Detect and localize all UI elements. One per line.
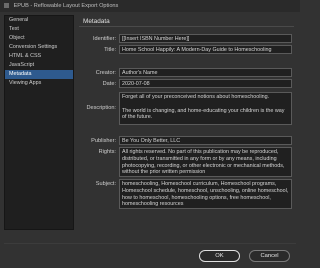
- sidebar-item-general[interactable]: General: [5, 16, 73, 25]
- date-label: Date:: [102, 81, 116, 87]
- subject-field[interactable]: homeschooling, Homeschool curriculum, Ho…: [119, 179, 292, 209]
- identifier-label: Identifier:: [92, 36, 116, 42]
- cancel-button[interactable]: Cancel: [249, 250, 290, 262]
- sidebar-item-javascript[interactable]: JavaScript: [5, 61, 73, 70]
- window-title-bar: EPUB - Reflowable Layout Export Options: [0, 0, 300, 12]
- description-paragraph-2: The world is changing, and home-educatin…: [122, 107, 285, 121]
- description-paragraph-gap: [122, 101, 289, 108]
- description-field[interactable]: Forget all of your preconceived notions …: [119, 92, 292, 125]
- subject-label: Subject:: [95, 181, 116, 187]
- publisher-label: Publisher:: [91, 138, 116, 144]
- rights-field[interactable]: All rights reserved. No part of this pub…: [119, 147, 292, 177]
- window-title: EPUB - Reflowable Layout Export Options: [13, 3, 119, 9]
- section-divider: [79, 26, 294, 27]
- metadata-panel: Metadata Identifier: [[Insert ISBN Numbe…: [79, 15, 297, 245]
- identifier-field[interactable]: [[Insert ISBN Number Here]]: [119, 34, 292, 43]
- creator-label: Creator:: [95, 70, 116, 76]
- section-title: Metadata: [83, 18, 110, 25]
- creator-field[interactable]: Author's Name: [119, 68, 292, 77]
- date-field[interactable]: 2020-07-08: [119, 79, 292, 88]
- publisher-field[interactable]: Be You Only Better, LLC: [119, 136, 292, 145]
- footer-divider: [4, 243, 296, 244]
- title-field[interactable]: Home School Happily: A Modern-Day Guide …: [119, 45, 292, 54]
- sidebar-item-html-css[interactable]: HTML & CSS: [5, 52, 73, 61]
- description-label: Description:: [86, 105, 116, 111]
- app-icon: [4, 2, 9, 8]
- sidebar-item-text[interactable]: Text: [5, 25, 73, 34]
- description-paragraph-1: Forget all of your preconceived notions …: [122, 94, 270, 100]
- title-label: Title:: [104, 47, 116, 53]
- ok-button[interactable]: OK: [199, 250, 240, 262]
- rights-label: Rights:: [98, 149, 116, 155]
